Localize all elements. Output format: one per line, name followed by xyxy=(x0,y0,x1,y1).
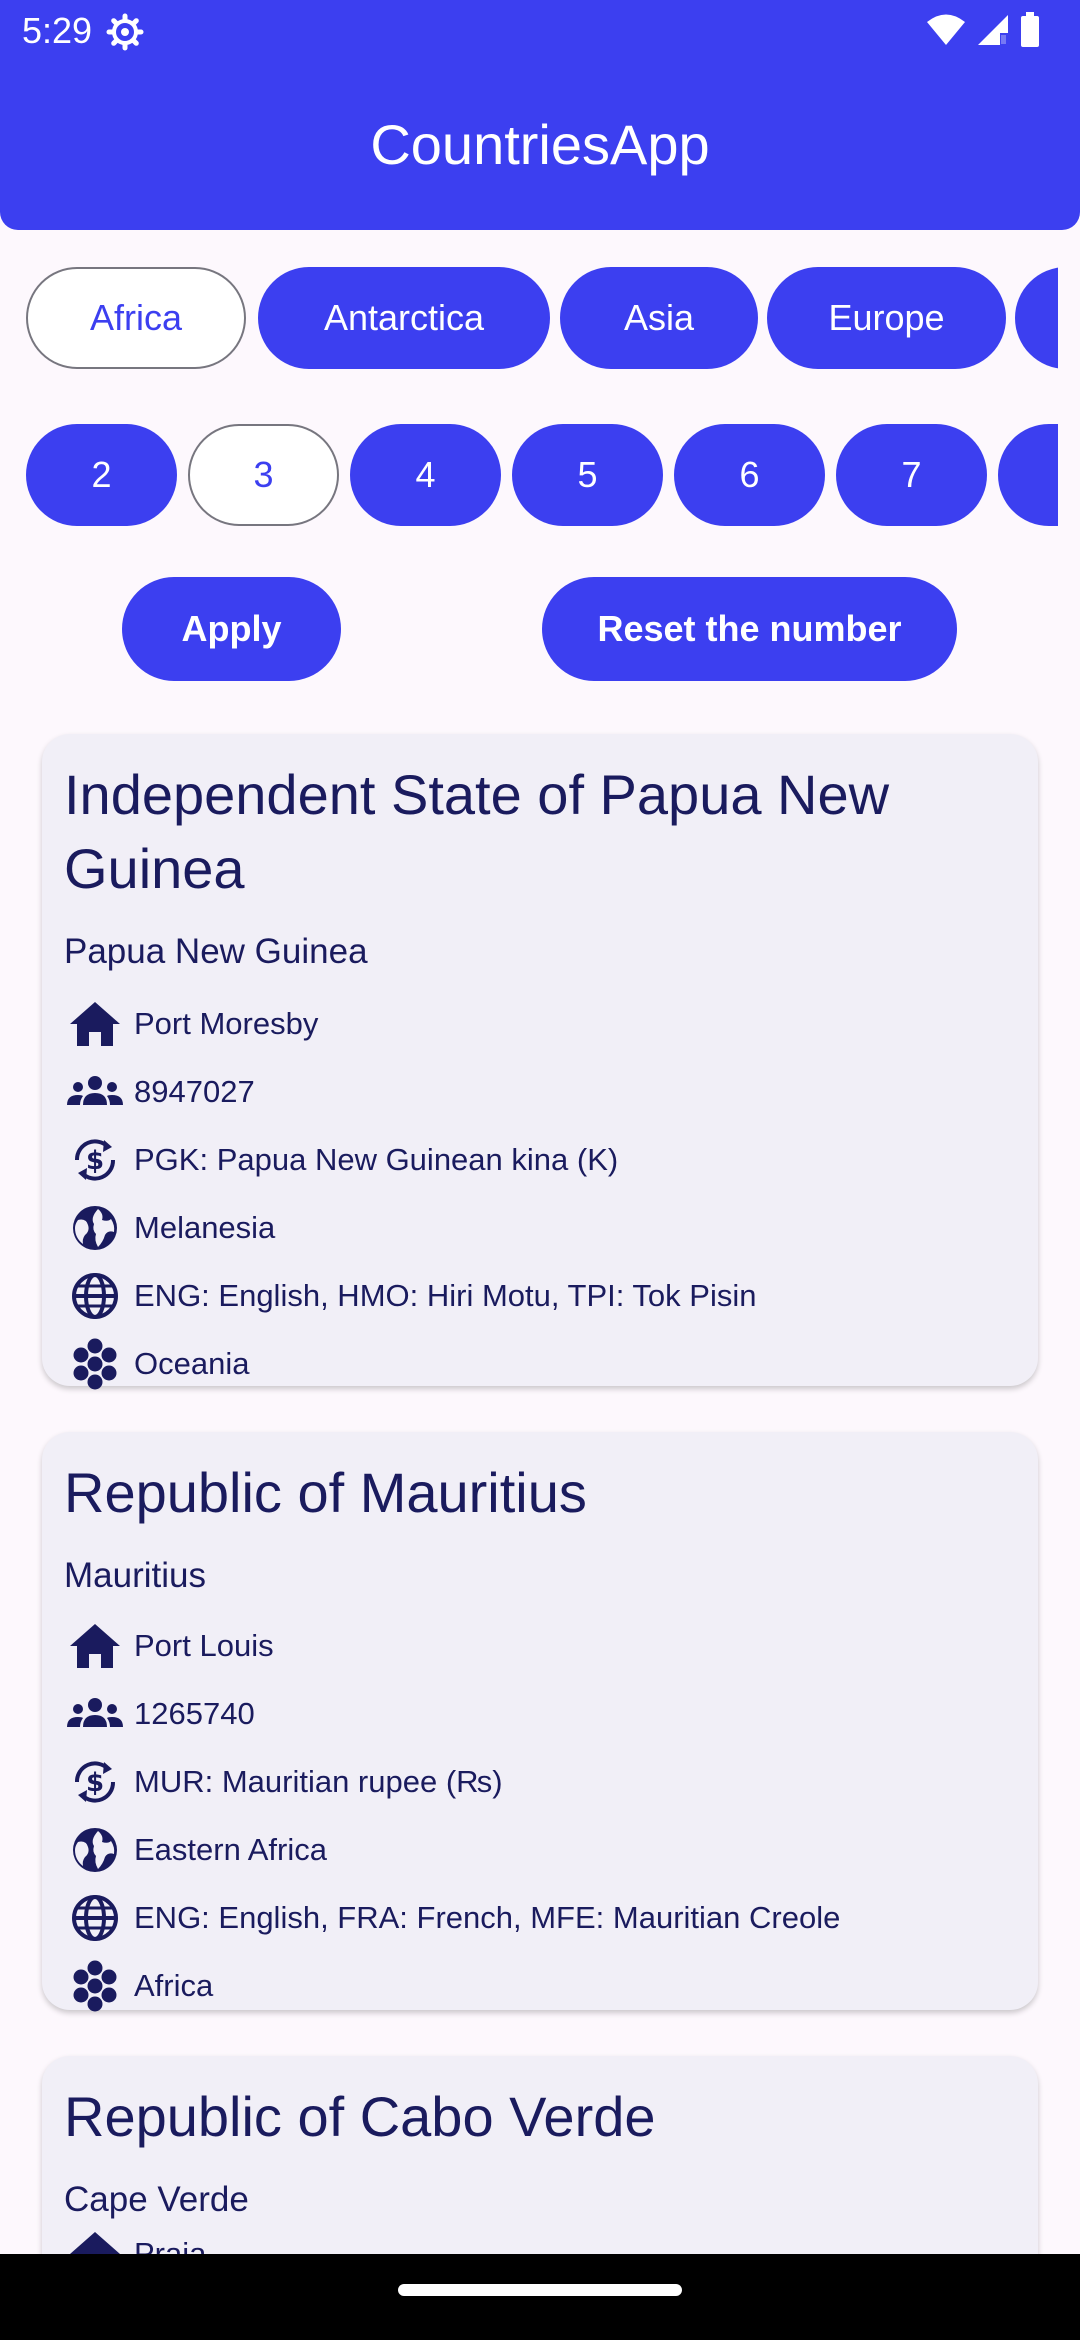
country-official-name: Republic of Mauritius xyxy=(64,1461,587,1524)
language-icon xyxy=(64,1890,126,1946)
country-list[interactable]: Independent State of Papua New Guinea Pa… xyxy=(0,720,1080,2254)
region-row: Oceania xyxy=(64,1336,249,1392)
country-card[interactable]: Republic of Cabo Verde Cape Verde Praia xyxy=(42,2056,1038,2254)
languages-value: ENG: English, HMO: Hiri Motu, TPI: Tok P… xyxy=(134,1278,757,1313)
population-value: 8947027 xyxy=(134,1074,255,1109)
currency-value: PGK: Papua New Guinean kina (K) xyxy=(134,1142,619,1177)
continent-chip-partial[interactable] xyxy=(1015,267,1058,369)
public-globe-icon xyxy=(64,1200,126,1256)
apply-button[interactable]: Apply xyxy=(122,577,341,681)
country-common-name: Mauritius xyxy=(64,1556,206,1595)
population-value: 1265740 xyxy=(134,1696,255,1731)
wifi-icon xyxy=(927,14,965,45)
home-icon xyxy=(64,2226,126,2254)
number-chip-2[interactable]: 2 xyxy=(26,424,177,526)
continent-chip-asia[interactable]: Asia xyxy=(560,267,758,369)
number-chip-partial[interactable] xyxy=(998,424,1058,526)
continent-filter-row: Africa Antarctica Asia Europe xyxy=(26,267,1058,373)
languages-value: ENG: English, FRA: French, MFE: Mauritia… xyxy=(134,1900,841,1935)
capital-value: Praia xyxy=(134,2236,207,2254)
settings-gear-icon xyxy=(106,13,144,51)
currency-row: MUR: Mauritian rupee (₨) xyxy=(64,1754,503,1810)
home-icon xyxy=(64,996,126,1052)
currency-exchange-icon xyxy=(64,1754,126,1810)
hexagon-cluster-icon xyxy=(64,1958,126,2014)
continent-chip-antarctica[interactable]: Antarctica xyxy=(258,267,550,369)
currency-exchange-icon xyxy=(64,1132,126,1188)
capital-value: Port Louis xyxy=(134,1628,274,1663)
population-row: 8947027 xyxy=(64,1064,255,1120)
system-navigation-bar xyxy=(0,2254,1080,2340)
signal-icon xyxy=(978,15,1008,45)
home-gesture-handle[interactable] xyxy=(398,2284,682,2296)
subregion-value: Melanesia xyxy=(134,1210,276,1245)
status-time: 5:29 xyxy=(22,10,93,51)
groups-icon xyxy=(64,1064,126,1120)
battery-icon xyxy=(1021,12,1039,47)
public-globe-icon xyxy=(64,1822,126,1878)
continent-chip-europe[interactable]: Europe xyxy=(767,267,1006,369)
number-chip-5[interactable]: 5 xyxy=(512,424,663,526)
number-filter-row: 2 3 4 5 6 7 xyxy=(26,424,1058,530)
reset-number-button[interactable]: Reset the number xyxy=(542,577,957,681)
subregion-value: Eastern Africa xyxy=(134,1832,327,1867)
capital-row: Port Louis xyxy=(64,1618,274,1674)
home-icon xyxy=(64,1618,126,1674)
subregion-row: Eastern Africa xyxy=(64,1822,327,1878)
capital-row: Port Moresby xyxy=(64,996,318,1052)
languages-row: ENG: English, FRA: French, MFE: Mauritia… xyxy=(64,1890,840,1946)
currency-row: PGK: Papua New Guinean kina (K) xyxy=(64,1132,618,1188)
continent-chip-africa[interactable]: Africa xyxy=(26,267,246,369)
country-official-name: Independent State of Papua New Guinea xyxy=(64,763,890,900)
language-icon xyxy=(64,1268,126,1324)
number-chip-3[interactable]: 3 xyxy=(188,424,339,526)
groups-icon xyxy=(64,1686,126,1742)
number-chip-7[interactable]: 7 xyxy=(836,424,987,526)
region-value: Oceania xyxy=(134,1346,250,1381)
capital-row: Praia xyxy=(64,2226,206,2254)
country-official-name: Republic of Cabo Verde xyxy=(64,2085,656,2148)
population-row: 1265740 xyxy=(64,1686,255,1742)
country-card[interactable]: Independent State of Papua New Guinea Pa… xyxy=(42,734,1038,1386)
country-common-name: Cape Verde xyxy=(64,2180,249,2219)
capital-value: Port Moresby xyxy=(134,1006,319,1041)
currency-value: MUR: Mauritian rupee (₨) xyxy=(134,1764,503,1799)
languages-row: ENG: English, HMO: Hiri Motu, TPI: Tok P… xyxy=(64,1268,756,1324)
app-title: CountriesApp xyxy=(370,113,710,176)
country-common-name: Papua New Guinea xyxy=(64,932,368,971)
region-row: Africa xyxy=(64,1958,213,2014)
number-chip-4[interactable]: 4 xyxy=(350,424,501,526)
hexagon-cluster-icon xyxy=(64,1336,126,1392)
status-icons xyxy=(926,12,1040,48)
number-chip-6[interactable]: 6 xyxy=(674,424,825,526)
subregion-row: Melanesia xyxy=(64,1200,275,1256)
country-card[interactable]: Republic of Mauritius Mauritius Port Lou… xyxy=(42,1432,1038,2010)
app-bar: 5:29 CountriesApp xyxy=(0,0,1080,230)
region-value: Africa xyxy=(134,1968,214,2003)
